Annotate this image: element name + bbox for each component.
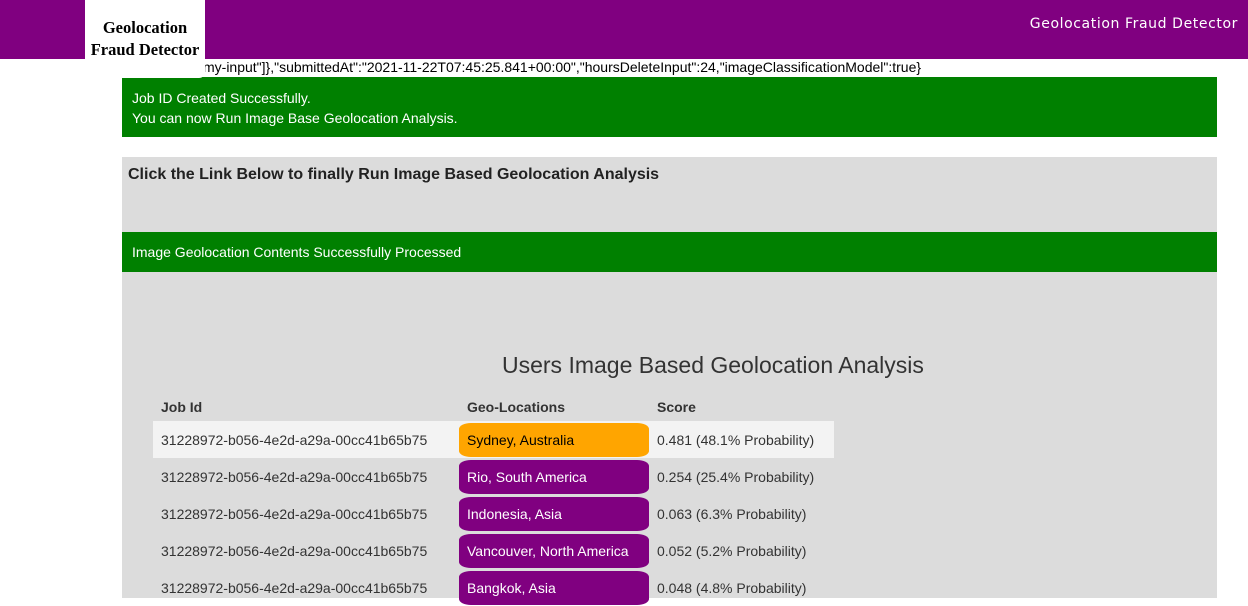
logo-text: Geolocation Fraud Detector	[90, 18, 200, 59]
geo-location-badge: Vancouver, North America	[459, 533, 649, 568]
table-row: 31228972-b056-4e2d-a29a-00cc41b65b75 Rio…	[153, 458, 834, 495]
run-analysis-message: You can now Run Image Base Geolocation A…	[132, 110, 458, 126]
geo-location-badge: Indonesia, Asia	[459, 496, 649, 531]
processed-message: Image Geolocation Contents Successfully …	[132, 244, 462, 260]
geo-location-cell: Sydney, Australia	[459, 421, 649, 458]
job-created-message: Job ID Created Successfully.	[132, 90, 311, 106]
table-row: 31228972-b056-4e2d-a29a-00cc41b65b75 Ban…	[153, 569, 834, 606]
score-cell: 0.254 (25.4% Probability)	[657, 468, 815, 485]
geo-location-cell: Rio, South America	[459, 458, 649, 495]
processed-alert: Image Geolocation Contents Successfully …	[122, 232, 1217, 272]
geo-location-badge: Bangkok, Asia	[459, 570, 649, 605]
table-row: 31228972-b056-4e2d-a29a-00cc41b65b75 Syd…	[153, 421, 834, 458]
logo[interactable]: Geolocation Fraud Detector	[85, 0, 205, 78]
geo-location-cell: Bangkok, Asia	[459, 569, 649, 606]
job-id-cell: 31228972-b056-4e2d-a29a-00cc41b65b75	[161, 505, 428, 522]
job-id-cell: 31228972-b056-4e2d-a29a-00cc41b65b75	[161, 542, 428, 559]
job-json-output: my-input"]},"submittedAt":"2021-11-22T07…	[203, 59, 922, 75]
score-cell: 0.481 (48.1% Probability)	[649, 421, 834, 458]
job-id-cell: 31228972-b056-4e2d-a29a-00cc41b65b75	[161, 468, 428, 485]
table-row: 31228972-b056-4e2d-a29a-00cc41b65b75 Ind…	[153, 495, 834, 532]
analysis-panel: Click the Link Below to finally Run Imag…	[122, 157, 1217, 605]
geolocation-results-table: Job Id Geo-Locations Score 31228972-b056…	[153, 393, 834, 606]
header-geo-locations: Geo-Locations	[467, 399, 566, 415]
run-analysis-heading: Click the Link Below to finally Run Imag…	[128, 166, 660, 183]
score-cell: 0.063 (6.3% Probability)	[657, 505, 807, 522]
geo-location-cell: Indonesia, Asia	[459, 495, 649, 532]
header-score: Score	[657, 399, 696, 415]
table-header-row: Job Id Geo-Locations Score	[153, 393, 834, 421]
job-created-alert: Job ID Created Successfully. You can now…	[122, 77, 1217, 137]
geo-location-badge: Rio, South America	[459, 459, 649, 494]
geo-location-cell: Vancouver, North America	[459, 532, 649, 569]
header-job-id: Job Id	[161, 399, 203, 415]
job-id-cell: 31228972-b056-4e2d-a29a-00cc41b65b75	[153, 421, 459, 458]
score-cell: 0.052 (5.2% Probability)	[657, 542, 807, 559]
analysis-title: Users Image Based Geolocation Analysis	[502, 352, 924, 378]
geo-location-badge: Sydney, Australia	[459, 422, 649, 457]
job-id-cell: 31228972-b056-4e2d-a29a-00cc41b65b75	[161, 579, 428, 596]
score-cell: 0.048 (4.8% Probability)	[657, 579, 807, 596]
table-row: 31228972-b056-4e2d-a29a-00cc41b65b75 Van…	[153, 532, 834, 569]
navbar-app-title[interactable]: Geolocation Fraud Detector	[1030, 16, 1238, 32]
